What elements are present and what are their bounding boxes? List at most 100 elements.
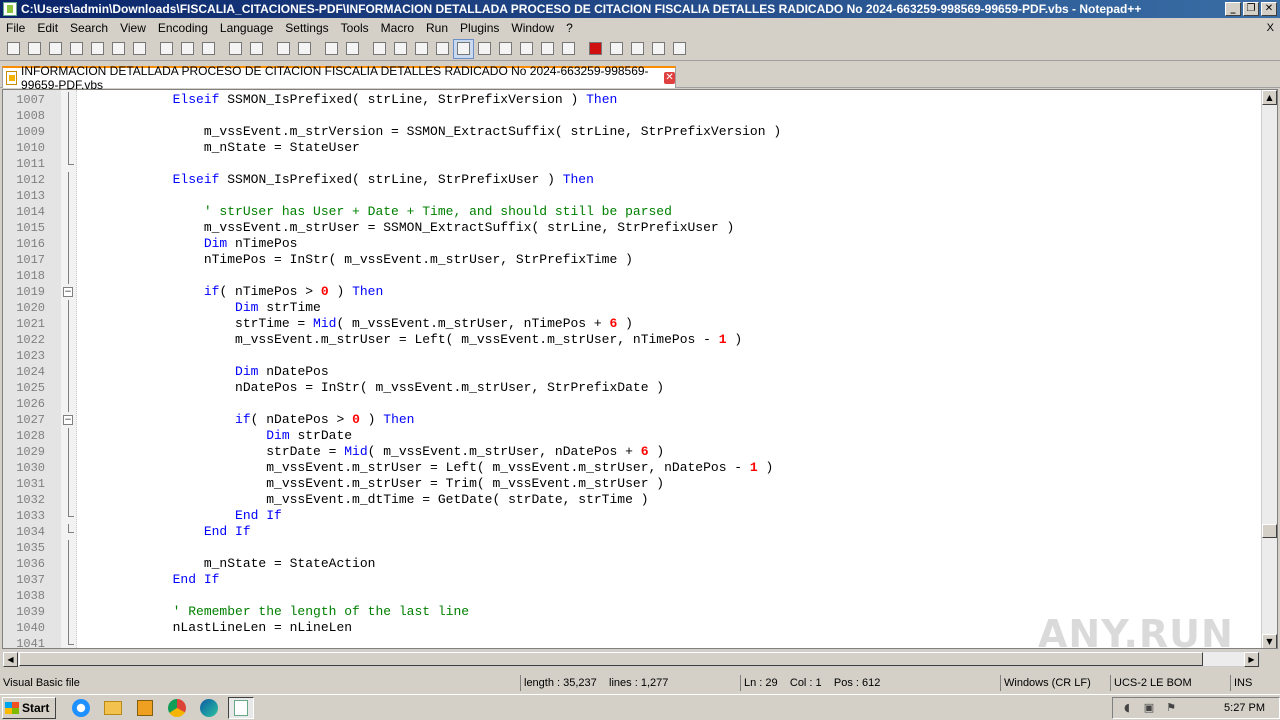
ie-icon[interactable]	[68, 697, 94, 719]
code-line[interactable]: 1009 m_vssEvent.m_strVersion = SSMON_Ext…	[3, 124, 1265, 140]
restore-button[interactable]: ❐	[1243, 2, 1259, 16]
status-insert-mode[interactable]: INS	[1230, 675, 1280, 691]
find-icon[interactable]	[273, 39, 294, 59]
open-file-icon[interactable]	[24, 39, 45, 59]
sync-v-icon[interactable]	[369, 39, 390, 59]
code-line[interactable]: 1022 m_vssEvent.m_strUser = Left( m_vssE…	[3, 332, 1265, 348]
status-eol[interactable]: Windows (CR LF)	[1000, 675, 1110, 691]
menu-tools[interactable]: Tools	[335, 21, 375, 35]
start-button[interactable]: Start	[2, 696, 56, 719]
folder-workspace-icon[interactable]	[537, 39, 558, 59]
network-icon[interactable]: ▣	[1141, 702, 1157, 714]
flag-icon[interactable]: ⚑	[1163, 702, 1179, 714]
doc-map-icon[interactable]	[495, 39, 516, 59]
redo-icon[interactable]	[246, 39, 267, 59]
code-line[interactable]: 1007 Elseif SSMON_IsPrefixed( strLine, S…	[3, 92, 1265, 108]
indent-guide-icon[interactable]	[453, 38, 474, 59]
code-line[interactable]: 1019 − if( nTimePos > 0 ) Then	[3, 284, 1265, 300]
copy-icon[interactable]	[177, 39, 198, 59]
media-player-icon[interactable]	[132, 697, 158, 719]
code-editor[interactable]: ▲ ▼ 1007 Elseif SSMON_IsPrefixed( strLin…	[2, 89, 1278, 649]
scroll-right-icon[interactable]: ▶	[1244, 652, 1259, 667]
code-line[interactable]: 1030 m_vssEvent.m_strUser = Left( m_vssE…	[3, 460, 1265, 476]
code-line[interactable]: 1036 m_nState = StateAction	[3, 556, 1265, 572]
menu-view[interactable]: View	[114, 21, 152, 35]
code-line[interactable]: 1020 Dim strTime	[3, 300, 1265, 316]
minimize-button[interactable]: _	[1225, 2, 1241, 16]
code-line[interactable]: 1035	[3, 540, 1265, 556]
code-line[interactable]: 1026	[3, 396, 1265, 412]
code-line[interactable]: 1010 m_nState = StateUser	[3, 140, 1265, 156]
func-list-icon[interactable]	[516, 39, 537, 59]
code-line[interactable]: 1014 ' strUser has User + Date + Time, a…	[3, 204, 1265, 220]
code-line[interactable]: 1029 strDate = Mid( m_vssEvent.m_strUser…	[3, 444, 1265, 460]
code-line[interactable]: 1023	[3, 348, 1265, 364]
play-multiple-icon[interactable]	[648, 39, 669, 59]
save-icon[interactable]	[45, 39, 66, 59]
close-icon[interactable]	[87, 39, 108, 59]
menu-settings[interactable]: Settings	[279, 21, 334, 35]
sync-h-icon[interactable]	[390, 39, 411, 59]
edge-icon[interactable]	[196, 697, 222, 719]
monitor-icon[interactable]	[558, 39, 579, 59]
tab-close-icon[interactable]: ✕	[664, 72, 675, 84]
menu-plugins[interactable]: Plugins	[454, 21, 505, 35]
status-encoding[interactable]: UCS-2 LE BOM	[1110, 675, 1230, 691]
volume-icon[interactable]: ◖	[1119, 702, 1135, 714]
code-line[interactable]: 1008	[3, 108, 1265, 124]
menu-search[interactable]: Search	[64, 21, 114, 35]
menu-edit[interactable]: Edit	[31, 21, 64, 35]
cut-icon[interactable]	[156, 39, 177, 59]
code-line[interactable]: 1025 nDatePos = InStr( m_vssEvent.m_strU…	[3, 380, 1265, 396]
undo-icon[interactable]	[225, 39, 246, 59]
paste-icon[interactable]	[198, 39, 219, 59]
lang-icon[interactable]	[474, 39, 495, 59]
code-line[interactable]: 1024 Dim nDatePos	[3, 364, 1265, 380]
zoom-out-icon[interactable]	[342, 39, 363, 59]
play-macro-icon[interactable]	[627, 39, 648, 59]
menu-window[interactable]: Window	[505, 21, 560, 35]
menu-encoding[interactable]: Encoding	[152, 21, 214, 35]
save-all-icon[interactable]	[66, 39, 87, 59]
close-button[interactable]: ✕	[1261, 2, 1277, 16]
menu-language[interactable]: Language	[214, 21, 279, 35]
horizontal-scroll-thumb[interactable]	[19, 652, 1203, 666]
menu-help[interactable]: ?	[560, 21, 579, 35]
code-line[interactable]: 1015 m_vssEvent.m_strUser = SSMON_Extrac…	[3, 220, 1265, 236]
notepadpp-icon[interactable]	[228, 696, 254, 719]
code-line[interactable]: 1033 End If	[3, 508, 1265, 524]
code-line[interactable]: 1016 Dim nTimePos	[3, 236, 1265, 252]
code-line[interactable]: 1032 m_vssEvent.m_dtTime = GetDate( strD…	[3, 492, 1265, 508]
close-document-button[interactable]: X	[1267, 22, 1274, 34]
replace-icon[interactable]	[294, 39, 315, 59]
fold-toggle-icon[interactable]: −	[63, 415, 73, 425]
show-all-chars-icon[interactable]	[432, 39, 453, 59]
menu-file[interactable]: File	[0, 21, 31, 35]
new-file-icon[interactable]	[3, 39, 24, 59]
scroll-left-icon[interactable]: ◀	[3, 652, 18, 667]
menu-run[interactable]: Run	[420, 21, 454, 35]
save-macro-icon[interactable]	[669, 39, 690, 59]
code-line[interactable]: 1017 nTimePos = InStr( m_vssEvent.m_strU…	[3, 252, 1265, 268]
close-all-icon[interactable]	[108, 39, 129, 59]
tab-active-file[interactable]: INFORMACION DETALLADA PROCESO DE CITACIO…	[2, 64, 676, 92]
menu-macro[interactable]: Macro	[375, 21, 420, 35]
code-line[interactable]: 1037 End If	[3, 572, 1265, 588]
record-macro-icon[interactable]	[585, 39, 606, 59]
clock[interactable]: 5:27 PM	[1224, 702, 1265, 714]
code-line[interactable]: 1018	[3, 268, 1265, 284]
code-line[interactable]: 1028 Dim strDate	[3, 428, 1265, 444]
code-line[interactable]: 1021 strTime = Mid( m_vssEvent.m_strUser…	[3, 316, 1265, 332]
stop-record-icon[interactable]	[606, 39, 627, 59]
chrome-icon[interactable]	[164, 697, 190, 719]
code-line[interactable]: 1038	[3, 588, 1265, 604]
zoom-in-icon[interactable]	[321, 39, 342, 59]
code-line[interactable]: 1011	[3, 156, 1265, 172]
explorer-icon[interactable]	[100, 697, 126, 719]
fold-toggle-icon[interactable]: −	[63, 287, 73, 297]
word-wrap-icon[interactable]	[411, 39, 432, 59]
code-line[interactable]: 1012 Elseif SSMON_IsPrefixed( strLine, S…	[3, 172, 1265, 188]
notepadpp-icon[interactable]	[3, 2, 17, 16]
code-line[interactable]: 1034 End If	[3, 524, 1265, 540]
print-icon[interactable]	[129, 39, 150, 59]
